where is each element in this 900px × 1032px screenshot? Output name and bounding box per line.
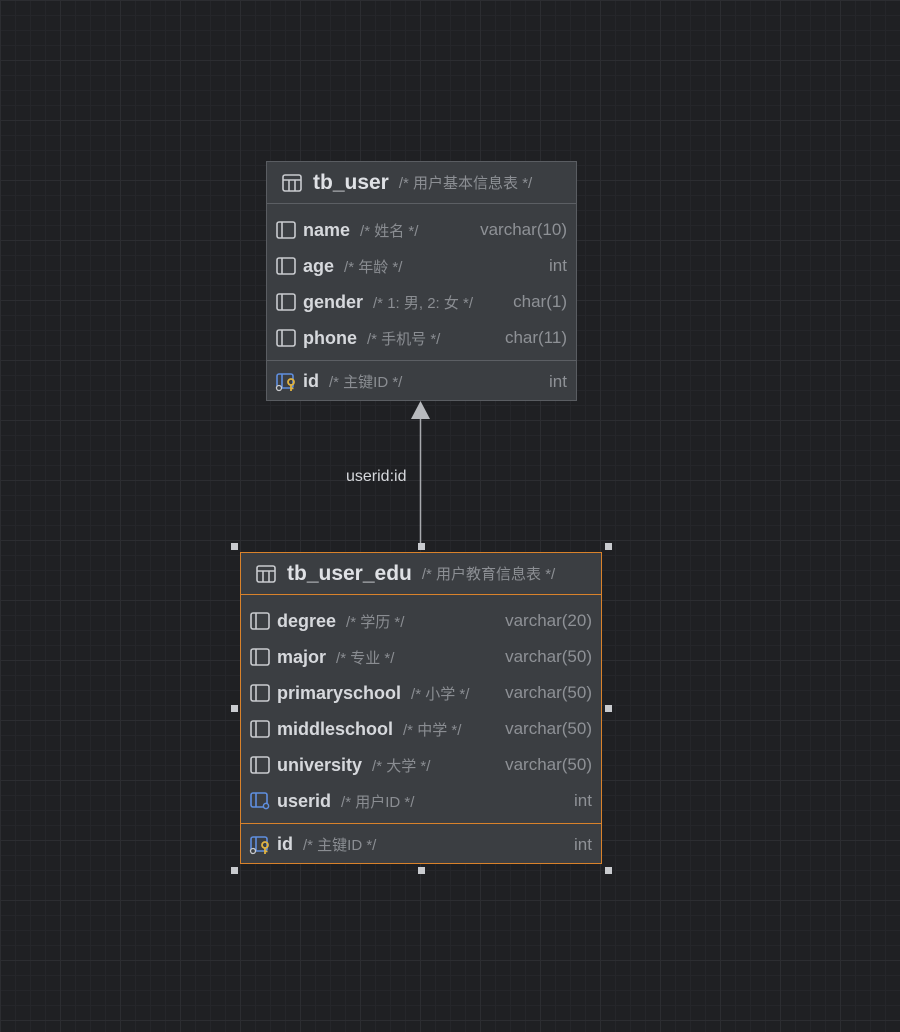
column-row[interactable]: gender /* 1: 男, 2: 女 */ char(1): [267, 284, 576, 320]
column-name: university: [277, 754, 363, 775]
column-type: char(1): [513, 292, 567, 311]
column-type: char(11): [504, 328, 567, 347]
table-icon: [282, 173, 302, 192]
selection-handle-bottom-left[interactable]: [231, 867, 238, 874]
foreign-key-icon: [250, 792, 270, 810]
table-name: tb_user_edu: [287, 561, 412, 585]
primary-key-row[interactable]: id /* 主键ID */ int: [241, 823, 601, 865]
relationship-label: userid:id: [346, 468, 407, 485]
column-row[interactable]: major /* 专业 */ varchar(50): [241, 639, 601, 675]
column-icon: [250, 684, 270, 702]
column-type: int: [574, 791, 592, 810]
column-comment: /* 学历 */: [346, 613, 405, 631]
column-comment: /* 大学 */: [372, 757, 431, 775]
column-comment: /* 姓名 */: [360, 222, 419, 240]
table-icon: [256, 564, 276, 583]
table-name: tb_user: [313, 170, 389, 194]
selection-handle-middle-right[interactable]: [605, 705, 612, 712]
column-type: int: [549, 371, 567, 391]
column-comment: /* 专业 */: [336, 649, 395, 667]
column-list: name /* 姓名 */ varchar(10) age /* 年龄 */ i…: [267, 204, 576, 360]
column-comment: /* 中学 */: [403, 721, 462, 739]
column-icon: [250, 756, 270, 774]
column-comment: /* 1: 男, 2: 女 */: [373, 294, 474, 312]
column-row[interactable]: userid /* 用户ID */ int: [241, 783, 601, 819]
selection-handle-middle-left[interactable]: [231, 705, 238, 712]
column-name: age: [303, 255, 335, 276]
primary-key-icon: [275, 372, 295, 391]
selection-handle-bottom-right[interactable]: [605, 867, 612, 874]
column-type: int: [549, 256, 567, 275]
column-comment: /* 主键ID */: [303, 837, 377, 854]
column-icon: [276, 293, 296, 311]
column-name: phone: [303, 327, 357, 348]
column-icon: [276, 329, 296, 347]
selection-handle-top-left[interactable]: [231, 543, 238, 550]
column-type: varchar(50): [505, 683, 592, 702]
column-name: gender: [303, 291, 364, 312]
column-type: varchar(20): [505, 611, 592, 630]
selection-handle-top-center[interactable]: [418, 543, 425, 550]
primary-key-icon: [249, 835, 269, 854]
relationship-arrowhead: [411, 401, 430, 419]
column-comment: /* 手机号 */: [367, 330, 441, 348]
column-name: id: [303, 371, 319, 391]
column-name: major: [277, 646, 327, 667]
column-name: primaryschool: [277, 682, 402, 703]
column-row[interactable]: name /* 姓名 */ varchar(10): [267, 212, 576, 248]
selection-handle-top-right[interactable]: [605, 543, 612, 550]
column-type: varchar(50): [505, 719, 592, 738]
selection-handle-bottom-center[interactable]: [418, 867, 425, 874]
column-type: int: [574, 834, 592, 854]
column-comment: /* 年龄 */: [344, 258, 403, 276]
column-row[interactable]: primaryschool /* 小学 */ varchar(50): [241, 675, 601, 711]
column-icon: [276, 257, 296, 275]
column-row[interactable]: phone /* 手机号 */ char(11): [267, 320, 576, 356]
table-header: tb_user /* 用户基本信息表 */: [267, 162, 576, 204]
column-name: id: [277, 834, 293, 854]
column-name: name: [303, 219, 351, 240]
column-icon: [276, 221, 296, 239]
column-icon: [250, 720, 270, 738]
table-tb-user-edu[interactable]: tb_user_edu /* 用户教育信息表 */ degree /* 学历 *…: [240, 552, 602, 864]
table-comment: /* 用户教育信息表 */: [421, 566, 556, 583]
column-row[interactable]: degree /* 学历 */ varchar(20): [241, 603, 601, 639]
relationship-connector[interactable]: [0, 0, 900, 1032]
column-name: userid: [277, 790, 332, 811]
column-icon: [250, 612, 270, 630]
table-comment: /* 用户基本信息表 */: [398, 175, 533, 192]
column-list: degree /* 学历 */ varchar(20) major /* 专业 …: [241, 595, 601, 823]
column-type: varchar(50): [505, 647, 592, 666]
table-header: tb_user_edu /* 用户教育信息表 */: [241, 553, 601, 595]
column-comment: /* 小学 */: [411, 685, 470, 703]
column-type: varchar(10): [480, 220, 567, 239]
table-tb-user[interactable]: tb_user /* 用户基本信息表 */ name /* 姓名 */ varc…: [266, 161, 577, 401]
column-name: degree: [277, 610, 337, 631]
column-row[interactable]: university /* 大学 */ varchar(50): [241, 747, 601, 783]
column-row[interactable]: middleschool /* 中学 */ varchar(50): [241, 711, 601, 747]
column-type: varchar(50): [505, 755, 592, 774]
column-name: middleschool: [277, 718, 394, 739]
column-row[interactable]: age /* 年龄 */ int: [267, 248, 576, 284]
column-comment: /* 主键ID */: [329, 374, 403, 391]
primary-key-row[interactable]: id /* 主键ID */ int: [267, 360, 576, 402]
column-comment: /* 用户ID */: [341, 793, 415, 811]
column-icon: [250, 648, 270, 666]
